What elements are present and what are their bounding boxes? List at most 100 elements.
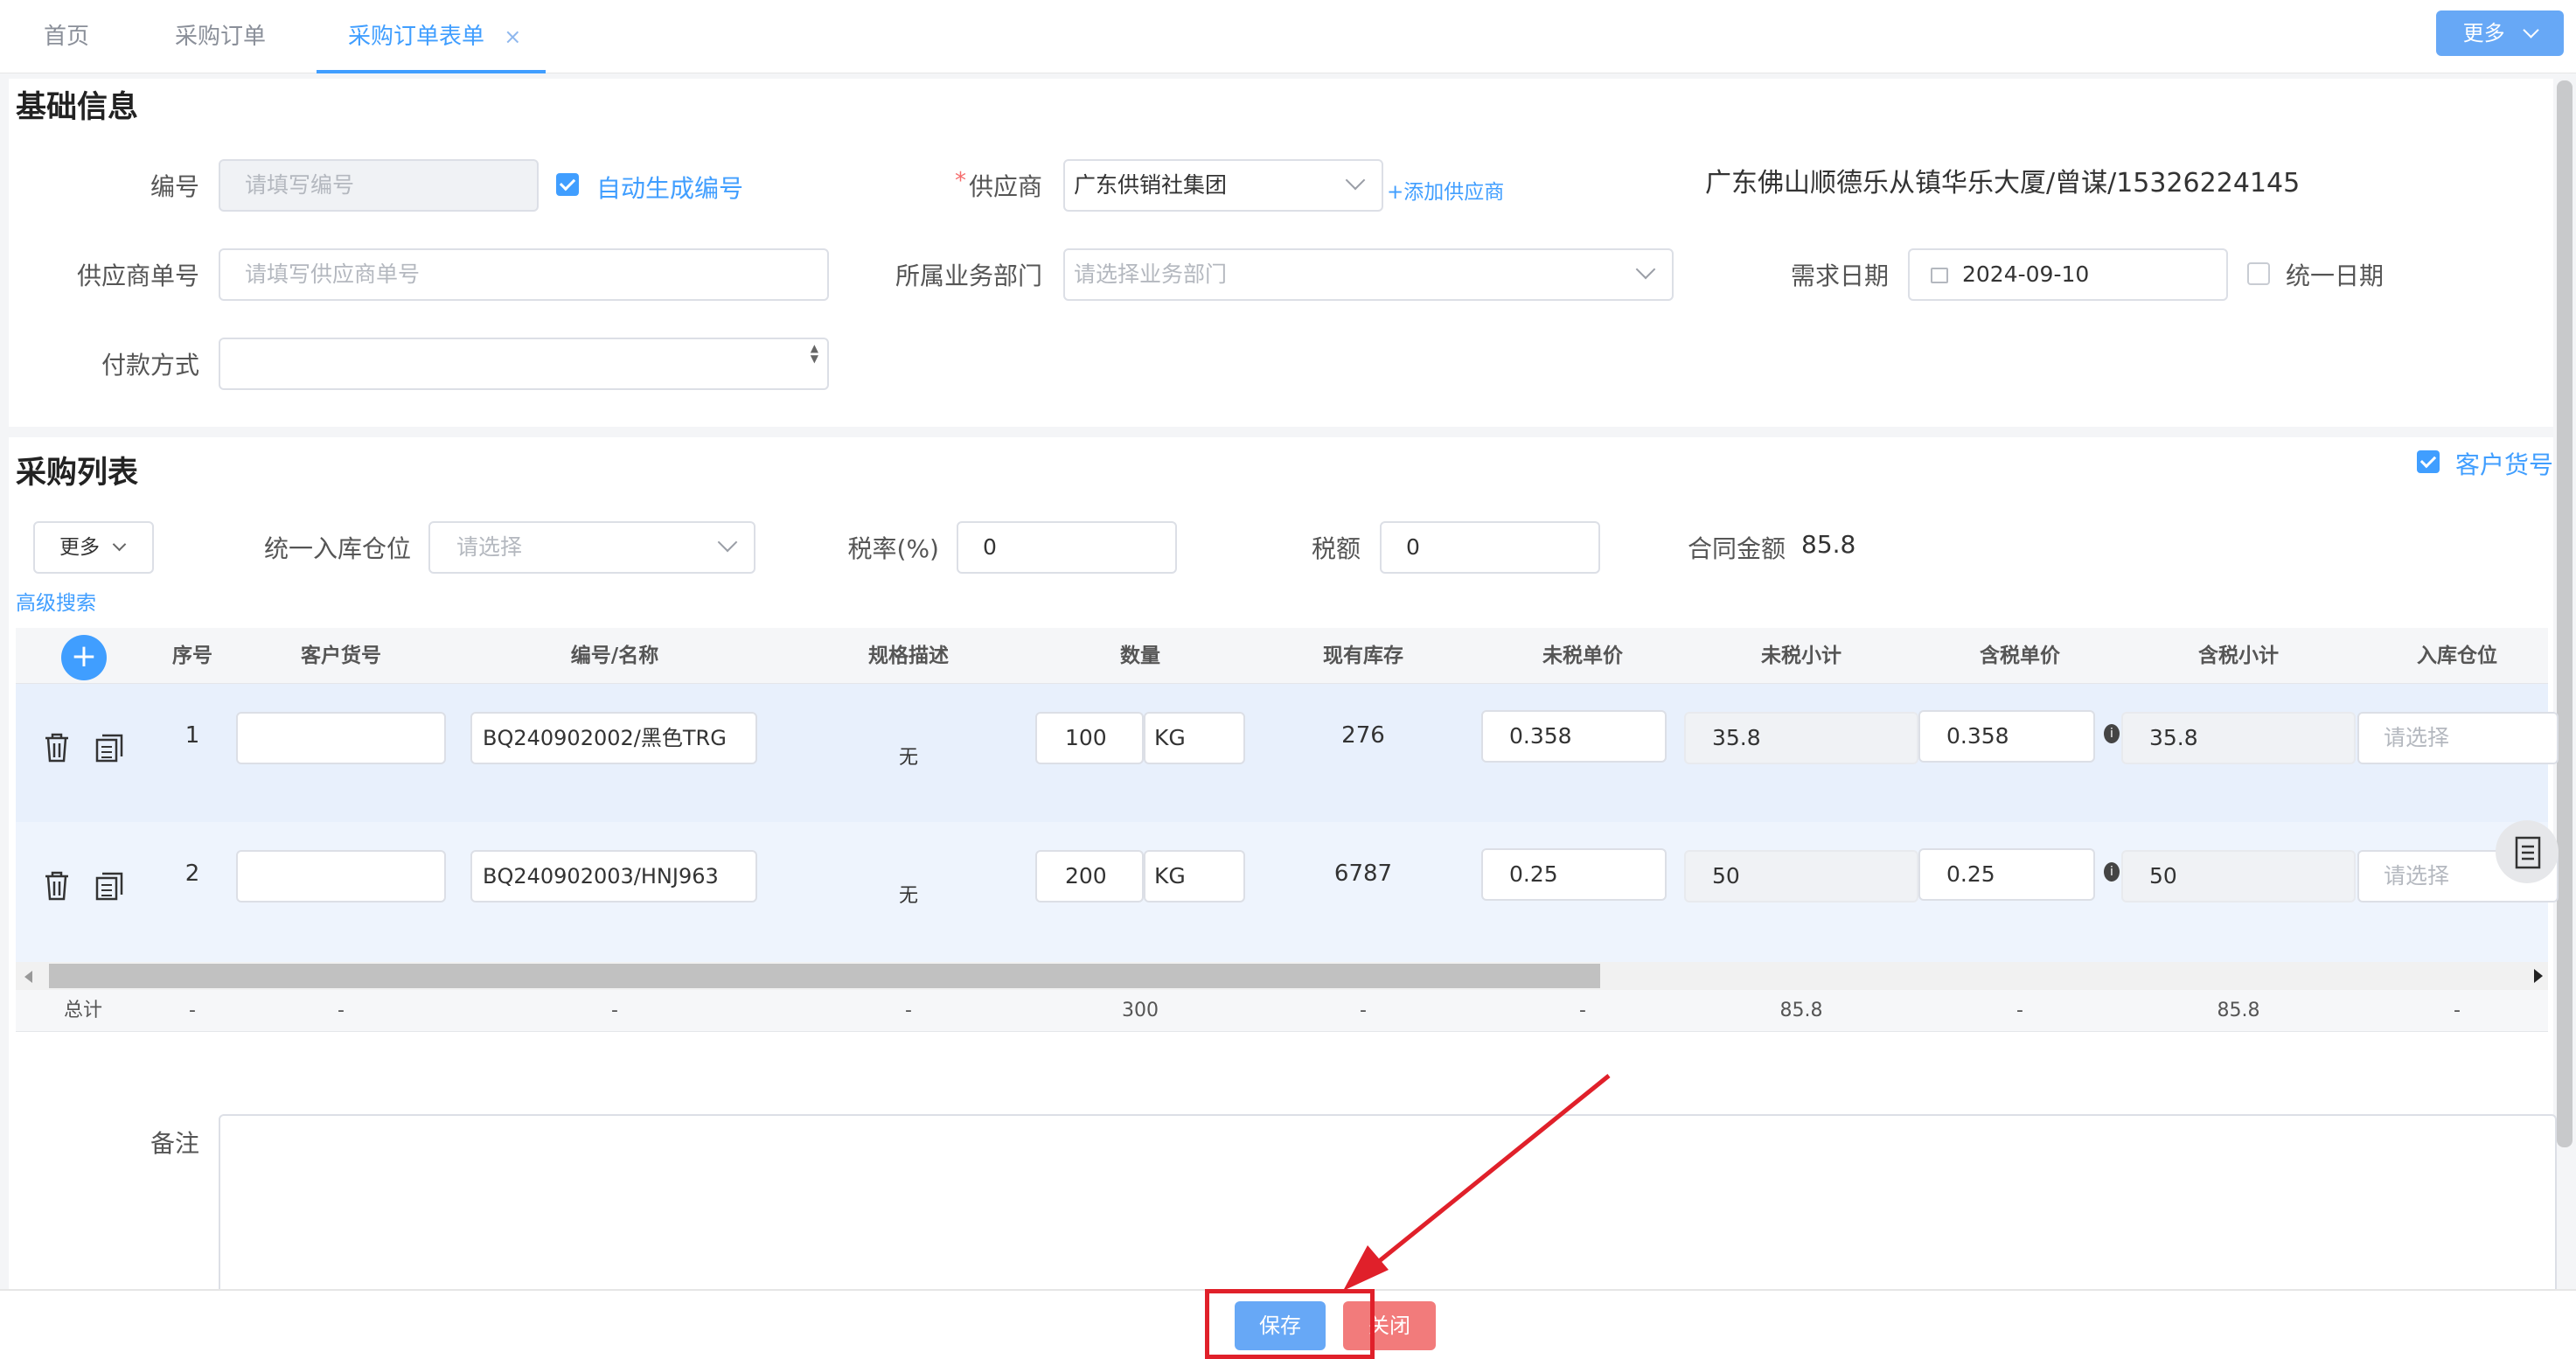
supplier-info: 广东佛山顺德乐从镇华乐大厦/曾谋/15326224145 — [1705, 168, 2301, 199]
scroll-right-icon[interactable] — [2534, 969, 2543, 983]
supplier-select[interactable]: 广东供销社集团 — [1063, 159, 1383, 212]
delete-icon[interactable] — [44, 871, 70, 901]
tab-purchase-orders[interactable]: 采购订单 — [175, 0, 266, 73]
summary-cell: - — [338, 1000, 345, 1021]
info-icon[interactable]: i — [2104, 862, 2120, 882]
chevron-down-icon — [1345, 170, 1366, 191]
code-name-input[interactable]: BQ240902002/黑色TRG — [470, 712, 757, 764]
row-index: 2 — [184, 861, 200, 887]
warehouse-placeholder: 请选择 — [456, 534, 523, 560]
tab-home[interactable]: 首页 — [44, 0, 89, 73]
top-more-label: 更多 — [2462, 21, 2505, 45]
spec-value: 无 — [898, 747, 918, 769]
spec-value: 无 — [898, 885, 918, 907]
info-icon[interactable]: i — [2104, 724, 2120, 743]
dept-select[interactable]: 请选择业务部门 — [1063, 248, 1674, 301]
basic-info-title: 基础信息 — [16, 90, 139, 125]
summary-subtotal-ex: 85.8 — [1779, 1000, 1823, 1021]
date-picker[interactable]: 2024-09-10 — [1908, 248, 2228, 301]
add-supplier-link[interactable]: +添加供应商 — [1387, 175, 1504, 205]
dept-placeholder: 请选择业务部门 — [1074, 261, 1228, 287]
delete-icon[interactable] — [44, 733, 70, 763]
col-customer-no: 客户货号 — [301, 645, 381, 667]
page-scrollbar[interactable] — [2557, 80, 2573, 1147]
unify-date-label: 统一日期 — [2286, 261, 2385, 290]
subtotal-ex-input: 35.8 — [1684, 712, 1918, 764]
col-stock: 现有库存 — [1323, 645, 1403, 667]
top-more-button[interactable]: 更多 — [2436, 10, 2564, 56]
summary-cell: - — [2454, 1000, 2461, 1021]
unit-input[interactable]: KG — [1144, 712, 1245, 764]
summary-cell: - — [1360, 1000, 1367, 1021]
supplier-value: 广东供销社集团 — [1074, 172, 1228, 198]
col-index: 序号 — [172, 645, 212, 667]
tab-close-icon[interactable]: × — [504, 24, 521, 49]
summary-subtotal-in: 85.8 — [2217, 1000, 2260, 1021]
code-input[interactable]: 请填写编号 — [219, 159, 539, 212]
row-index: 1 — [184, 722, 200, 749]
code-label: 编号 — [150, 172, 199, 201]
purchase-list-title: 采购列表 — [16, 456, 139, 491]
annotation-arrow — [1343, 1074, 1611, 1291]
tab-label: 采购订单表单 — [348, 24, 485, 50]
contract-amount-label: 合同金额 — [1688, 534, 1786, 563]
price-ex-input[interactable]: 0.25 — [1481, 848, 1667, 901]
price-ex-input[interactable]: 0.358 — [1481, 710, 1667, 763]
summary-label: 总计 — [63, 1000, 102, 1021]
add-row-button[interactable]: + — [61, 635, 107, 680]
summary-cell: - — [189, 1000, 196, 1021]
scrollbar-thumb[interactable] — [49, 964, 1600, 988]
customer-no-checkbox[interactable] — [2417, 450, 2440, 473]
warehouse-select[interactable]: 请选择 — [428, 521, 755, 574]
code-name-input[interactable]: BQ240902003/HNJ963 — [470, 850, 757, 903]
col-price-ex: 未税单价 — [1542, 645, 1623, 667]
copy-icon[interactable] — [94, 733, 124, 763]
supplier-no-label: 供应商单号 — [76, 261, 199, 290]
summary-cell: - — [2016, 1000, 2023, 1021]
warehouse-label: 统一入库仓位 — [263, 534, 411, 563]
float-doc-button[interactable] — [2496, 820, 2559, 883]
tax-rate-input[interactable]: 0 — [957, 521, 1177, 574]
summary-cell: - — [1579, 1000, 1586, 1021]
supplier-no-input[interactable]: 请填写供应商单号 — [219, 248, 829, 301]
tax-amount-input[interactable]: 0 — [1380, 521, 1600, 574]
chevron-down-icon — [1635, 259, 1656, 280]
stock-value: 276 — [1341, 722, 1385, 749]
date-value: 2024-09-10 — [1962, 261, 2090, 287]
copy-icon[interactable] — [94, 871, 124, 901]
col-subtotal-in: 含税小计 — [2198, 645, 2279, 667]
chevron-down-icon — [2523, 22, 2540, 38]
col-code-name: 编号/名称 — [570, 645, 659, 667]
payment-textarea[interactable]: ▲ ▼ — [219, 338, 829, 390]
remark-label: 备注 — [150, 1129, 199, 1158]
row-warehouse-select[interactable]: 请选择 — [2357, 712, 2559, 764]
horizontal-scrollbar[interactable] — [16, 962, 2548, 990]
tab-bar: 首页 采购订单 采购订单表单 × 更多 — [0, 0, 2576, 73]
tax-rate-label: 税率(%) — [847, 534, 939, 563]
subtotal-ex-input: 50 — [1684, 850, 1918, 903]
calendar-icon — [1931, 268, 1948, 283]
auto-code-label[interactable]: 自动生成编号 — [596, 170, 743, 205]
unit-input[interactable]: KG — [1144, 850, 1245, 903]
summary-qty: 300 — [1122, 1000, 1159, 1021]
summary-cell: - — [611, 1000, 618, 1021]
customer-no-input[interactable] — [236, 712, 446, 764]
col-spec: 规格描述 — [868, 645, 949, 667]
payment-label: 付款方式 — [101, 351, 199, 380]
qty-input[interactable]: 200 — [1035, 850, 1144, 903]
auto-code-checkbox[interactable] — [556, 173, 579, 196]
list-more-button[interactable]: 更多 — [33, 521, 154, 574]
col-price-in: 含税单价 — [1980, 645, 2060, 667]
customer-no-toggle-label[interactable]: 客户货号 — [2455, 446, 2553, 481]
tab-purchase-order-form[interactable]: 采购订单表单 × — [317, 0, 546, 73]
price-in-input[interactable]: 0.358 — [1918, 710, 2095, 763]
subtotal-in-input: 50 — [2121, 850, 2356, 903]
advanced-search-link[interactable]: 高级搜索 — [16, 586, 96, 616]
price-in-input[interactable]: 0.25 — [1918, 848, 2095, 901]
qty-input[interactable]: 100 — [1035, 712, 1144, 764]
supplier-label: 供应商 — [968, 172, 1042, 201]
col-qty: 数量 — [1120, 645, 1160, 667]
unify-date-checkbox[interactable] — [2247, 262, 2270, 285]
customer-no-input[interactable] — [236, 850, 446, 903]
scroll-left-icon[interactable] — [24, 971, 32, 983]
